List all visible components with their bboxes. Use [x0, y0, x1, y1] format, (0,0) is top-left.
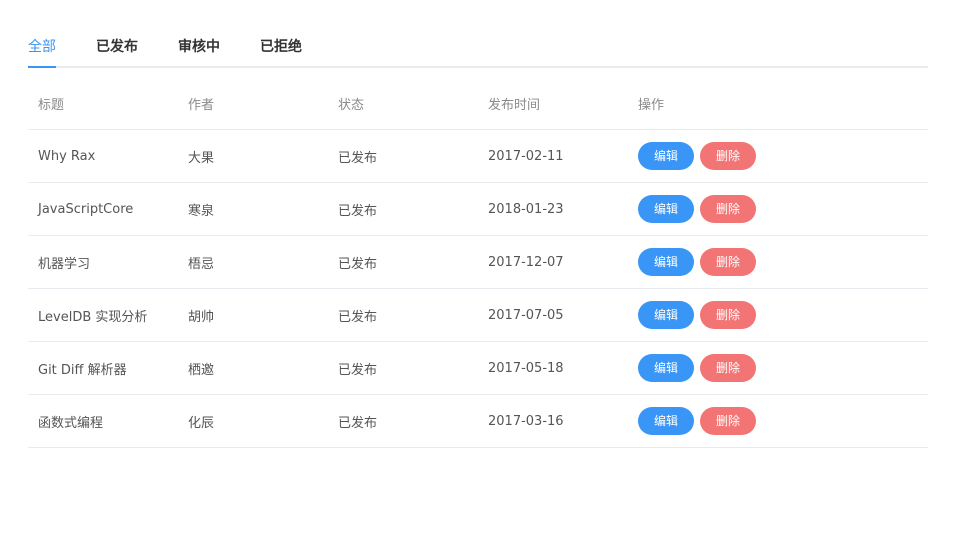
row-status: 已发布 [338, 309, 378, 325]
row-title: LevelDB 实现分析 [38, 309, 148, 325]
row-author: 栖邀 [188, 362, 215, 378]
delete-button[interactable]: 删除 [700, 142, 756, 170]
table-row: 机器学习 梧忌 已发布 2017-12-07 编辑 删除 [28, 236, 928, 289]
row-author: 梧忌 [188, 256, 215, 272]
delete-button[interactable]: 删除 [700, 301, 756, 329]
row-status: 已发布 [338, 150, 378, 166]
row-author: 寒泉 [188, 203, 215, 219]
row-author: 化辰 [188, 415, 215, 431]
row-date: 2017-02-11 [488, 148, 564, 164]
edit-button[interactable]: 编辑 [638, 301, 694, 329]
delete-button[interactable]: 删除 [700, 248, 756, 276]
row-actions: 编辑 删除 [628, 248, 928, 276]
status-tabs: 全部 已发布 审核中 已拒绝 [28, 28, 928, 68]
row-status: 已发布 [338, 203, 378, 219]
header-status: 状态 [338, 98, 365, 113]
row-title: 机器学习 [38, 256, 91, 272]
row-actions: 编辑 删除 [628, 407, 928, 435]
edit-button[interactable]: 编辑 [638, 142, 694, 170]
articles-table: 标题 作者 状态 发布时间 操作 Why Rax 大果 已发布 2017-02-… [28, 78, 928, 448]
row-title: 函数式编程 [38, 415, 104, 431]
row-actions: 编辑 删除 [628, 195, 928, 223]
header-date: 发布时间 [488, 98, 541, 113]
row-actions: 编辑 删除 [628, 142, 928, 170]
table-header-row: 标题 作者 状态 发布时间 操作 [28, 78, 928, 130]
edit-button[interactable]: 编辑 [638, 354, 694, 382]
delete-button[interactable]: 删除 [700, 195, 756, 223]
row-actions: 编辑 删除 [628, 301, 928, 329]
row-author: 大果 [188, 150, 215, 166]
tab-reviewing[interactable]: 审核中 [178, 28, 220, 66]
tab-all[interactable]: 全部 [28, 28, 56, 68]
table-row: Git Diff 解析器 栖邀 已发布 2017-05-18 编辑 删除 [28, 342, 928, 395]
delete-button[interactable]: 删除 [700, 407, 756, 435]
row-author: 胡帅 [188, 309, 215, 325]
table-row: JavaScriptCore 寒泉 已发布 2018-01-23 编辑 删除 [28, 183, 928, 236]
row-date: 2018-01-23 [488, 201, 564, 217]
tab-rejected[interactable]: 已拒绝 [260, 28, 302, 66]
edit-button[interactable]: 编辑 [638, 248, 694, 276]
row-date: 2017-12-07 [488, 254, 564, 270]
edit-button[interactable]: 编辑 [638, 407, 694, 435]
row-date: 2017-07-05 [488, 307, 564, 323]
delete-button[interactable]: 删除 [700, 354, 756, 382]
row-title: Git Diff 解析器 [38, 362, 127, 378]
edit-button[interactable]: 编辑 [638, 195, 694, 223]
row-status: 已发布 [338, 256, 378, 272]
row-date: 2017-03-16 [488, 413, 564, 429]
table-row: 函数式编程 化辰 已发布 2017-03-16 编辑 删除 [28, 395, 928, 448]
header-actions: 操作 [638, 98, 665, 113]
row-date: 2017-05-18 [488, 360, 564, 376]
tab-published[interactable]: 已发布 [96, 28, 138, 66]
row-status: 已发布 [338, 362, 378, 378]
header-author: 作者 [188, 98, 215, 113]
row-actions: 编辑 删除 [628, 354, 928, 382]
row-status: 已发布 [338, 415, 378, 431]
table-row: LevelDB 实现分析 胡帅 已发布 2017-07-05 编辑 删除 [28, 289, 928, 342]
header-title: 标题 [38, 98, 65, 113]
row-title: JavaScriptCore [38, 201, 134, 217]
table-row: Why Rax 大果 已发布 2017-02-11 编辑 删除 [28, 130, 928, 183]
page: 全部 已发布 审核中 已拒绝 标题 作者 状态 发布时间 操作 Why Rax … [0, 0, 956, 556]
row-title: Why Rax [38, 148, 96, 164]
